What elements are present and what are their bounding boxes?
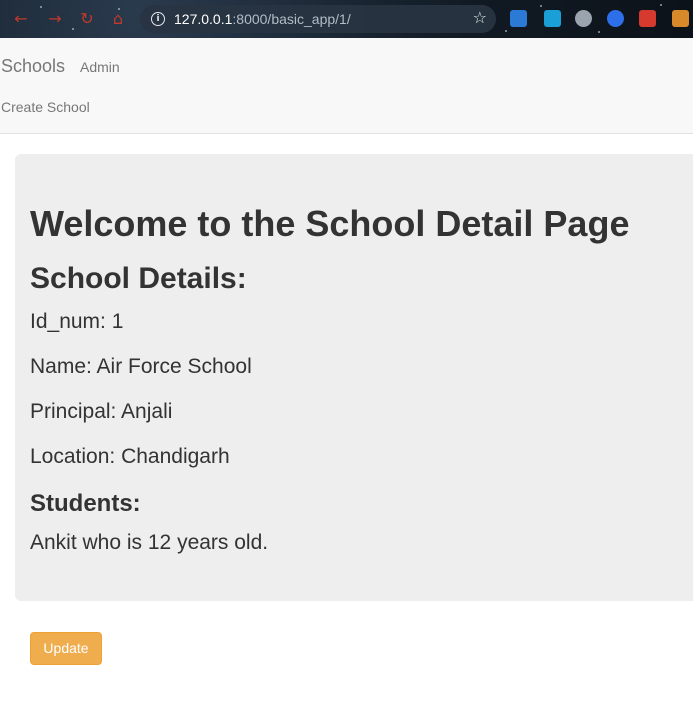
create-school-link[interactable]: Create School [1, 99, 90, 115]
extension-2-icon[interactable] [544, 10, 561, 27]
details-heading: School Details: [30, 262, 247, 295]
id-line: Id_num: 1 [30, 310, 124, 333]
students-heading: Students: [30, 490, 141, 517]
puzzle-extension-icon[interactable] [639, 10, 656, 27]
info-icon[interactable]: i [151, 12, 165, 26]
extension-1-icon[interactable] [510, 10, 527, 27]
address-url[interactable]: 127.0.0.1:8000/basic_app/1/ [174, 11, 351, 27]
address-host: 127.0.0.1 [174, 11, 233, 27]
name-line: Name: Air Force School [30, 355, 252, 378]
school-detail-panel: Welcome to the School Detail Page School… [15, 154, 693, 601]
extension-3-icon[interactable] [575, 10, 592, 27]
extension-6-icon[interactable] [672, 10, 689, 27]
home-icon[interactable]: ⌂ [109, 10, 127, 28]
admin-link[interactable]: Admin [80, 59, 120, 75]
back-icon[interactable]: ← [12, 10, 30, 28]
zoom-extension-icon[interactable] [607, 10, 624, 27]
site-navbar: Schools Admin Create School [0, 38, 693, 134]
navbar-brand-link[interactable]: Schools [1, 56, 65, 76]
location-line: Location: Chandigarh [30, 445, 230, 468]
address-bar[interactable]: i 127.0.0.1:8000/basic_app/1/ ☆ [140, 5, 496, 33]
reload-icon[interactable]: ↻ [78, 10, 96, 28]
address-path: :8000/basic_app/1/ [232, 11, 351, 27]
page-title: Welcome to the School Detail Page [30, 203, 630, 244]
browser-toolbar: ← → ↻ ⌂ i 127.0.0.1:8000/basic_app/1/ ☆ [0, 0, 693, 38]
update-button[interactable]: Update [30, 632, 102, 665]
forward-icon[interactable]: → [46, 10, 64, 28]
principal-line: Principal: Anjali [30, 400, 173, 423]
student-entry: Ankit who is 12 years old. [30, 531, 269, 554]
bookmark-star-icon[interactable]: ☆ [473, 9, 487, 27]
